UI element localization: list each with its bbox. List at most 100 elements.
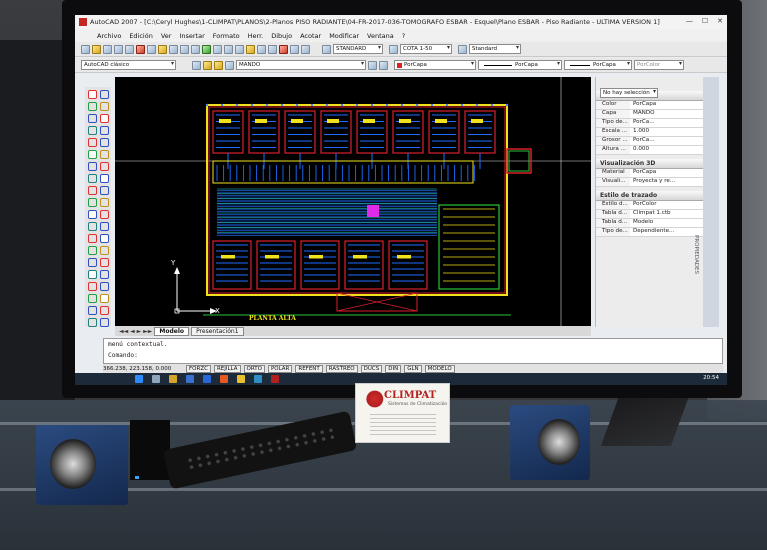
layer-previous-icon[interactable]	[379, 60, 388, 70]
tool-palettes-icon[interactable]	[268, 44, 277, 54]
menu-herr[interactable]: Herr.	[248, 32, 264, 40]
properties-icon[interactable]	[246, 44, 255, 54]
menu-insertar[interactable]: Insertar	[179, 32, 204, 40]
draw-tool-icon[interactable]	[88, 138, 97, 147]
autocad-taskbar-icon[interactable]	[271, 375, 279, 383]
maximize-button[interactable]: ☐	[702, 17, 708, 25]
draw-tool-icon[interactable]	[100, 294, 109, 303]
pan-icon[interactable]	[202, 44, 211, 54]
property-row[interactable]: Capa MANDO	[596, 110, 719, 119]
mail-icon[interactable]	[203, 375, 211, 383]
draw-tool-icon[interactable]	[88, 150, 97, 159]
draw-tool-icon[interactable]	[100, 138, 109, 147]
menu-help[interactable]: ?	[402, 32, 405, 40]
draw-tool-icon[interactable]	[100, 258, 109, 267]
menu-archivo[interactable]: Archivo	[97, 32, 121, 40]
status-refent[interactable]: REFENT	[295, 364, 323, 373]
text-style-icon[interactable]	[322, 44, 331, 54]
property-row[interactable]: Tabla d... Modelo	[596, 219, 719, 228]
status-polar[interactable]: POLAR	[267, 364, 293, 373]
draw-tool-icon[interactable]	[100, 270, 109, 279]
draw-tool-icon[interactable]	[100, 114, 109, 123]
paste-icon[interactable]	[158, 44, 167, 54]
draw-tool-icon[interactable]	[88, 126, 97, 135]
status-forzc[interactable]: FORZC	[186, 364, 211, 373]
menu-ver[interactable]: Ver	[161, 32, 172, 40]
print-preview-icon[interactable]	[125, 44, 134, 54]
firefox-icon[interactable]	[220, 375, 228, 383]
make-current-layer-icon[interactable]	[368, 60, 377, 70]
draw-tool-icon[interactable]	[88, 258, 97, 267]
dim-style-select[interactable]: COTA 1-50	[400, 44, 452, 54]
calculator-icon[interactable]	[290, 44, 299, 54]
workspace-select[interactable]: AutoCAD clásico	[81, 60, 176, 70]
status-rastreo[interactable]: RASTREO	[325, 364, 358, 373]
text-style-select[interactable]: STANDARD	[333, 44, 383, 54]
draw-tool-icon[interactable]	[100, 198, 109, 207]
draw-tool-icon[interactable]	[88, 174, 97, 183]
zoom-window-icon[interactable]	[224, 44, 233, 54]
word-icon[interactable]	[254, 375, 262, 383]
property-row[interactable]: Tipo de... PorCa...	[596, 119, 719, 128]
design-center-icon[interactable]	[257, 44, 266, 54]
draw-tool-icon[interactable]	[88, 234, 97, 243]
status-modelo[interactable]: MODELO	[424, 364, 455, 373]
draw-tool-icon[interactable]	[88, 318, 97, 327]
draw-tool-icon[interactable]	[88, 246, 97, 255]
drawing-canvas[interactable]: Y X PLANTA ALTA	[115, 77, 591, 327]
selection-select[interactable]: No hay selección	[600, 88, 658, 98]
menu-formato[interactable]: Formato	[213, 32, 240, 40]
property-row[interactable]: Tipo de... Dependiente...	[596, 228, 719, 237]
draw-tool-icon[interactable]	[100, 318, 109, 327]
copy-icon[interactable]	[147, 44, 156, 54]
draw-tool-icon[interactable]	[100, 126, 109, 135]
draw-tool-icon[interactable]	[88, 102, 97, 111]
property-row[interactable]: Visuali... Proyecta y re...	[596, 178, 719, 187]
property-row[interactable]: Estilo d... PorColor	[596, 201, 719, 210]
menu-dibujo[interactable]: Dibujo	[271, 32, 292, 40]
command-prompt[interactable]: Comando:	[108, 350, 722, 361]
layer-select[interactable]: MANDO	[236, 60, 366, 70]
table-style-icon[interactable]	[458, 44, 467, 54]
status-gln[interactable]: GLN	[404, 364, 422, 373]
command-window[interactable]: menú contextual. Comando:	[103, 338, 723, 364]
draw-tool-icon[interactable]	[100, 282, 109, 291]
layer-manager-icon[interactable]	[192, 60, 201, 70]
minimize-button[interactable]: —	[686, 17, 693, 25]
sun-icon[interactable]	[214, 60, 223, 70]
draw-tool-icon[interactable]	[88, 306, 97, 315]
draw-tool-icon[interactable]	[100, 150, 109, 159]
zoom-realtime-icon[interactable]	[213, 44, 222, 54]
tab-modelo[interactable]: Modelo	[154, 326, 190, 336]
property-row[interactable]: Tabla d... Climpat 1.ctb	[596, 210, 719, 219]
property-row[interactable]: Color PorCapa	[596, 101, 719, 110]
menu-ventana[interactable]: Ventana	[367, 32, 394, 40]
draw-tool-icon[interactable]	[100, 306, 109, 315]
zoom-previous-icon[interactable]	[235, 44, 244, 54]
new-file-icon[interactable]	[81, 44, 90, 54]
draw-tool-icon[interactable]	[88, 162, 97, 171]
menu-modificar[interactable]: Modificar	[329, 32, 359, 40]
draw-tool-icon[interactable]	[100, 102, 109, 111]
lock-icon[interactable]	[225, 60, 234, 70]
status-din[interactable]: DIN	[385, 364, 402, 373]
match-properties-icon[interactable]	[169, 44, 178, 54]
cut-icon[interactable]	[136, 44, 145, 54]
undo-icon[interactable]	[180, 44, 189, 54]
tab-presentacion1[interactable]: Presentación1	[191, 326, 244, 336]
draw-tool-icon[interactable]	[88, 186, 97, 195]
draw-tool-icon[interactable]	[100, 222, 109, 231]
status-ducs[interactable]: DUCS	[360, 364, 383, 373]
markup-icon[interactable]	[279, 44, 288, 54]
draw-tool-icon[interactable]	[100, 234, 109, 243]
draw-tool-icon[interactable]	[88, 282, 97, 291]
draw-tool-icon[interactable]	[88, 270, 97, 279]
plotstyle-select[interactable]: PorColor	[634, 60, 684, 70]
open-folder-icon[interactable]	[92, 44, 101, 54]
property-row[interactable]: Altura ... 0.000	[596, 146, 719, 155]
property-row[interactable]: Escala ... 1.000	[596, 128, 719, 137]
print-icon[interactable]	[114, 44, 123, 54]
file-explorer-icon[interactable]	[169, 375, 177, 383]
tab-nav-arrows-icon[interactable]: ◄◄ ◄ ► ►►	[119, 328, 152, 335]
property-row[interactable]: Grosor ... PorCa...	[596, 137, 719, 146]
